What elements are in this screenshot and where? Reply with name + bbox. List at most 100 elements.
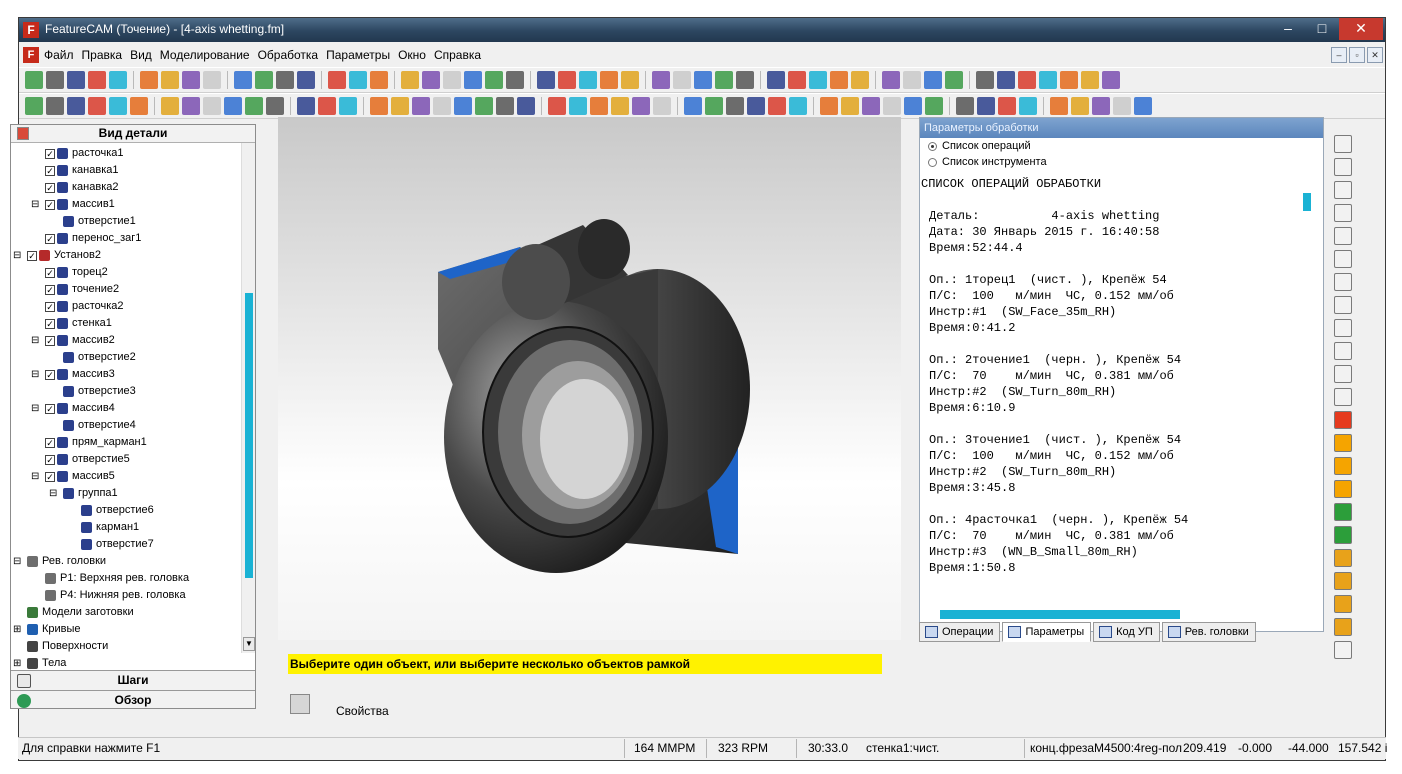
toolbar-tool-icon[interactable] <box>715 71 733 89</box>
tree-item[interactable]: карман1 <box>11 519 241 536</box>
tree-expander-icon[interactable]: ⊟ <box>13 247 21 264</box>
tree-item-checkbox[interactable]: ✓ <box>45 166 55 176</box>
tree-expander-icon[interactable]: ⊟ <box>31 468 39 485</box>
toolbar-tool-icon[interactable] <box>809 71 827 89</box>
toolbar-tool-icon[interactable] <box>349 71 367 89</box>
menu-item[interactable]: Правка <box>82 48 123 62</box>
3d-viewport[interactable] <box>278 117 901 640</box>
tree-item[interactable]: Модели заготовки <box>11 604 241 621</box>
toolbar-tool-icon[interactable] <box>234 71 252 89</box>
toolbar-tool-icon[interactable] <box>726 97 744 115</box>
menu-item[interactable]: Моделирование <box>160 48 250 62</box>
menu-item[interactable]: Файл <box>44 48 74 62</box>
tree-item-checkbox[interactable]: ✓ <box>45 370 55 380</box>
toolbar-tool-icon[interactable] <box>297 71 315 89</box>
toolbar-tool-icon[interactable] <box>370 97 388 115</box>
tree-item[interactable]: отверстие4 <box>11 417 241 434</box>
overview-tab[interactable]: Обзор <box>11 690 255 708</box>
toolbar-tool-icon[interactable] <box>140 71 158 89</box>
toolbar-tool-icon[interactable] <box>161 71 179 89</box>
toolbar-tool-icon[interactable] <box>517 97 535 115</box>
tree-item[interactable]: P1: Верхняя рев. головка <box>11 570 241 587</box>
tree-item[interactable]: ⊟ ✓ массив2 <box>11 332 241 349</box>
tree-item[interactable]: ✓ перенос_заг1 <box>11 230 241 247</box>
tree-item[interactable]: ⊟ группа1 <box>11 485 241 502</box>
toolbar-tool-icon[interactable] <box>632 97 650 115</box>
toolbar-tool-icon[interactable] <box>496 97 514 115</box>
toolbar-tool-icon[interactable] <box>203 71 221 89</box>
toolbar-tool-icon[interactable] <box>1050 97 1068 115</box>
tree-item[interactable]: отверстие6 <box>11 502 241 519</box>
toolbar-tool-icon[interactable] <box>422 71 440 89</box>
tree-item[interactable]: ✓ расточка1 <box>11 145 241 162</box>
toolbar-tool-icon[interactable] <box>464 71 482 89</box>
view-tool-icon[interactable] <box>1334 457 1352 475</box>
toolbar-tool-icon[interactable] <box>245 97 263 115</box>
toolbar-tool-icon[interactable] <box>903 71 921 89</box>
toolbar-tool-icon[interactable] <box>788 71 806 89</box>
toolbar-tool-icon[interactable] <box>109 97 127 115</box>
menu-item[interactable]: Параметры <box>326 48 390 62</box>
toolbar-tool-icon[interactable] <box>956 97 974 115</box>
menu-item[interactable]: Вид <box>130 48 152 62</box>
tree-item-checkbox[interactable]: ✓ <box>27 251 37 261</box>
toolbar-tool-icon[interactable] <box>276 71 294 89</box>
tree-item[interactable]: ⊟ Рев. головки <box>11 553 241 570</box>
view-tool-icon[interactable] <box>1334 365 1352 383</box>
view-tool-icon[interactable] <box>1334 618 1352 636</box>
tree-item-checkbox[interactable]: ✓ <box>45 302 55 312</box>
toolbar-tool-icon[interactable] <box>579 71 597 89</box>
toolbar-tool-icon[interactable] <box>841 97 859 115</box>
view-tool-icon[interactable] <box>1334 503 1352 521</box>
toolbar-tool-icon[interactable] <box>997 71 1015 89</box>
tree-item[interactable]: ✓ расточка2 <box>11 298 241 315</box>
toolbar-tool-icon[interactable] <box>862 97 880 115</box>
tree-item[interactable]: ⊟ ✓ Установ2 <box>11 247 241 264</box>
toolbar-tool-icon[interactable] <box>255 71 273 89</box>
toolbar-tool-icon[interactable] <box>433 97 451 115</box>
toolbar-tool-icon[interactable] <box>882 71 900 89</box>
toolbar-tool-icon[interactable] <box>558 71 576 89</box>
toolbar-tool-icon[interactable] <box>203 97 221 115</box>
toolbar-tool-icon[interactable] <box>1060 71 1078 89</box>
toolbar-tool-icon[interactable] <box>1018 71 1036 89</box>
view-tool-icon[interactable] <box>1334 204 1352 222</box>
mdi-restore-button[interactable]: ▫ <box>1349 47 1365 63</box>
view-tool-icon[interactable] <box>1334 273 1352 291</box>
view-tool-icon[interactable] <box>1334 158 1352 176</box>
view-tool-icon[interactable] <box>1334 388 1352 406</box>
radio-dot-selected[interactable] <box>928 142 937 151</box>
toolbar-tool-icon[interactable] <box>851 71 869 89</box>
tree-item[interactable]: ✓ стенка1 <box>11 315 241 332</box>
tree-item-checkbox[interactable]: ✓ <box>45 183 55 193</box>
tree-item[interactable]: ⊞ Кривые <box>11 621 241 638</box>
toolbar-tool-icon[interactable] <box>25 71 43 89</box>
toolbar-tool-icon[interactable] <box>401 71 419 89</box>
tree-item[interactable]: отверстие2 <box>11 349 241 366</box>
view-tool-icon[interactable] <box>1334 342 1352 360</box>
steps-tab[interactable]: Шаги <box>11 670 255 690</box>
view-tool-icon[interactable] <box>1334 227 1352 245</box>
toolbar-tool-icon[interactable] <box>46 97 64 115</box>
toolbar-tool-icon[interactable] <box>266 97 284 115</box>
view-tool-icon[interactable] <box>1334 411 1352 429</box>
toolbar-tool-icon[interactable] <box>1039 71 1057 89</box>
tree-scroll-thumb[interactable] <box>245 293 253 578</box>
toolbar-tool-icon[interactable] <box>621 71 639 89</box>
tree-item[interactable]: ✓ прям_карман1 <box>11 434 241 451</box>
tree-item[interactable]: отверстие3 <box>11 383 241 400</box>
toolbar-tool-icon[interactable] <box>130 97 148 115</box>
toolbar-tool-icon[interactable] <box>830 71 848 89</box>
toolbar-tool-icon[interactable] <box>1102 71 1120 89</box>
tree-item-checkbox[interactable]: ✓ <box>45 319 55 329</box>
toolbar-tool-icon[interactable] <box>768 97 786 115</box>
tree-item-checkbox[interactable]: ✓ <box>45 234 55 244</box>
tree-item[interactable]: ⊟ ✓ массив4 <box>11 400 241 417</box>
toolbar-tool-icon[interactable] <box>1019 97 1037 115</box>
toolbar-tool-icon[interactable] <box>747 97 765 115</box>
toolbar-tool-icon[interactable] <box>736 71 754 89</box>
tree-item[interactable]: ⊟ ✓ массив3 <box>11 366 241 383</box>
toolbar-tool-icon[interactable] <box>391 97 409 115</box>
toolbar-tool-icon[interactable] <box>443 71 461 89</box>
document-icon[interactable]: F <box>23 47 39 63</box>
